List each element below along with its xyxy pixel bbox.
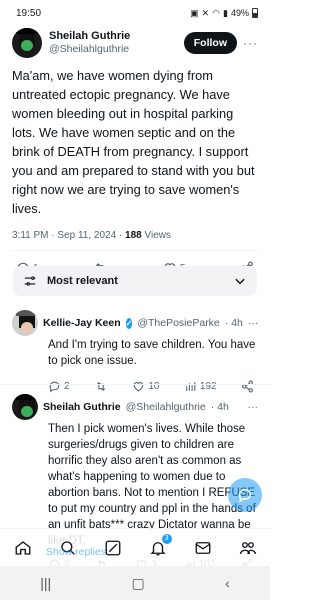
nav-communities[interactable]: [239, 539, 257, 557]
avatar[interactable]: [12, 310, 38, 336]
nav-grok[interactable]: [104, 539, 122, 557]
heart-icon: [133, 381, 144, 391]
reply-handle[interactable]: @ThePosieParke: [137, 317, 219, 329]
nav-home[interactable]: [14, 539, 32, 557]
nav-messages[interactable]: [194, 539, 212, 557]
people-icon: [239, 541, 256, 554]
retweet-button[interactable]: [94, 380, 108, 393]
reply-author-name[interactable]: Sheilah Guthrie: [43, 401, 121, 413]
share-button[interactable]: [241, 380, 254, 393]
tweet-meta: 3:11 PM · Sep 11, 2024 · 188 Views: [12, 230, 258, 241]
retweet-icon: [96, 381, 106, 391]
nfc-icon: ▣: [190, 7, 199, 18]
more-options-icon[interactable]: ···: [248, 401, 259, 413]
status-time: 19:50: [16, 7, 42, 19]
author-handle[interactable]: @Sheilahlguthrie: [49, 43, 184, 56]
chevron-down-icon: [235, 278, 245, 285]
reply-age: · 4h: [224, 317, 243, 329]
recent-apps-icon[interactable]: |||: [40, 575, 51, 591]
more-options-icon[interactable]: ···: [243, 36, 258, 50]
wifi-icon: ◠: [212, 7, 221, 18]
reply-item[interactable]: Kellie-Jay Keen ✓ @ThePosieParke · 4h ··…: [0, 310, 270, 403]
compose-reply-button[interactable]: [228, 478, 262, 512]
views-button[interactable]: 192: [184, 380, 217, 393]
reply-age: · 4h: [210, 401, 229, 413]
like-button[interactable]: 10: [132, 380, 160, 393]
main-tweet: Sheilah Guthrie @Sheilahlguthrie Follow …: [0, 26, 270, 286]
nav-notifications[interactable]: 3: [149, 533, 172, 557]
views-count: 188: [125, 230, 142, 241]
bottom-nav: 3: [0, 528, 270, 566]
home-icon: [15, 540, 30, 555]
avatar[interactable]: [12, 28, 42, 58]
reply-handle[interactable]: @Sheilahlguthrie: [126, 401, 206, 413]
signal-icon: ▮: [223, 7, 228, 18]
notification-badge: 3: [161, 533, 172, 544]
status-bar: 19:50 ▣ ✕ ◠ ▮ 49%: [0, 0, 270, 26]
battery-icon: [252, 8, 258, 18]
reply-icon: [49, 381, 60, 392]
author-name[interactable]: Sheilah Guthrie: [49, 30, 184, 43]
show-replies-link[interactable]: Show replies: [46, 546, 106, 558]
tweet-text: Ma'am, we have women dying from untreate…: [12, 68, 255, 216]
views-chart-icon: [186, 381, 196, 391]
views-label: Views: [141, 230, 171, 241]
reply-bubble-icon: [238, 488, 252, 503]
avatar[interactable]: [12, 394, 38, 420]
more-options-icon[interactable]: ···: [248, 317, 258, 329]
reply-author-name[interactable]: Kellie-Jay Keen: [43, 317, 121, 329]
back-icon[interactable]: ‹: [225, 575, 230, 591]
tweet-timestamp: 3:11 PM · Sep 11, 2024 ·: [12, 230, 126, 241]
mail-icon: [195, 541, 210, 554]
grok-icon: [105, 540, 120, 555]
filter-sliders-icon: [24, 276, 36, 286]
battery-percent: 49%: [230, 8, 249, 18]
reply-button[interactable]: 2: [48, 380, 70, 393]
verified-badge-icon: ✓: [125, 317, 133, 329]
mute-icon: ✕: [201, 7, 210, 18]
sort-label: Most relevant: [47, 275, 118, 287]
follow-button[interactable]: Follow: [183, 32, 237, 54]
system-nav-bar: ||| ▢ ‹: [0, 566, 270, 600]
home-button-icon[interactable]: ▢: [132, 575, 145, 592]
reply-text: And I'm trying to save children. You hav…: [48, 339, 256, 367]
share-icon: [242, 380, 253, 392]
sort-dropdown[interactable]: Most relevant: [13, 266, 257, 296]
